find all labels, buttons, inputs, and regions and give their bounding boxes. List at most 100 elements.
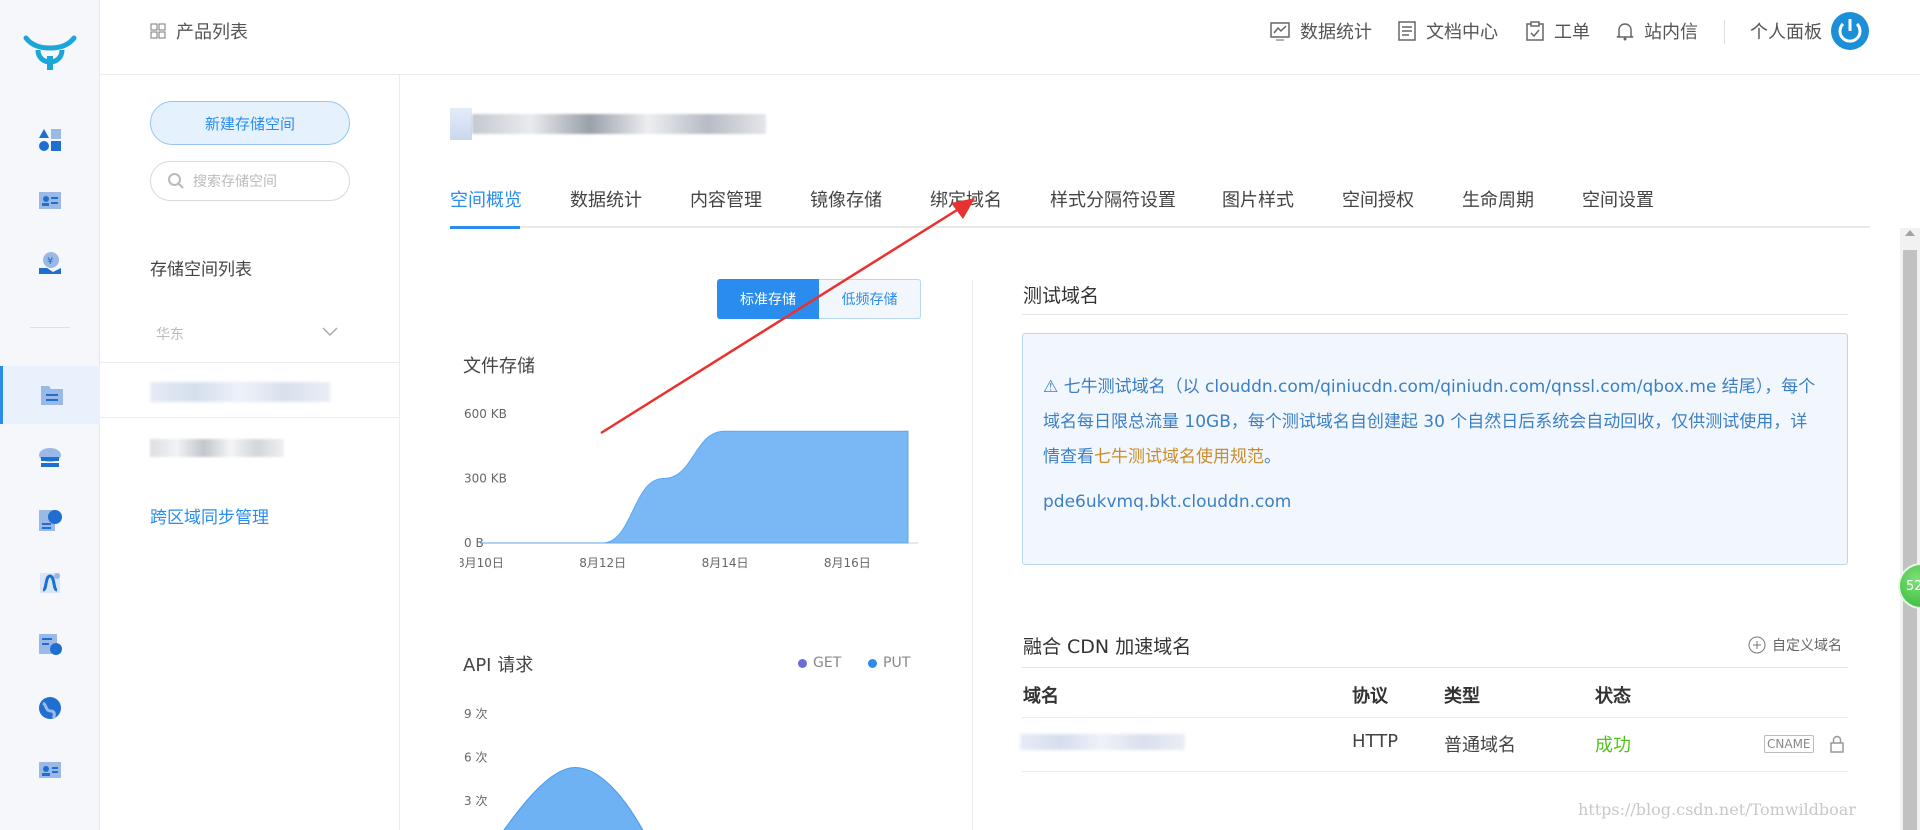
product-list-link[interactable]: 产品列表 [150,0,248,62]
y-tick-label: 300 KB [464,472,507,486]
notice-policy-link[interactable]: 七牛测试域名使用规范 [1094,447,1264,467]
low-freq-storage-tab[interactable]: 低频存储 [819,279,921,319]
legend-put: PUT [868,655,910,671]
bucket-item-redacted[interactable] [150,382,330,402]
tab-settings[interactable]: 空间设置 [1582,186,1654,212]
dashboard-link[interactable]: 个人面板 [1750,0,1822,62]
watermark: https://blog.csdn.net/Tomwildboar [1578,800,1856,819]
cdn-title: 融合 CDN 加速域名 [1023,636,1192,658]
api-y-tick-label: 9 次 [464,707,487,721]
tab-authorization[interactable]: 空间授权 [1342,186,1414,212]
x-tick-label: 8月14日 [702,556,749,570]
rail-finance-icon[interactable]: ¥ [0,233,100,293]
file-storage-area [479,430,909,544]
col-status: 状态 [1595,686,1631,707]
row-type: 普通域名 [1444,735,1516,756]
docs-label: 文档中心 [1426,22,1498,43]
bucket-list-title: 存储空间列表 [150,260,252,280]
icon-rail: ¥ [0,0,100,830]
search-placeholder: 搜索存储空间 [193,174,277,190]
col-protocol: 协议 [1352,686,1388,707]
api-put-area [503,766,644,830]
row-status: 成功 [1595,735,1631,756]
topbar-divider [1724,20,1725,44]
messages-link[interactable]: 站内信 [1616,0,1698,62]
rail-overview-icon[interactable] [0,110,100,170]
test-domain-divider [1022,314,1848,315]
docs-link[interactable]: 文档中心 [1398,0,1498,62]
file-storage-title: 文件存储 [463,356,535,377]
y-tick-label: 600 KB [464,407,507,421]
row-protocol: HTTP [1352,731,1399,752]
bucket-sidebar: 新建存储空间 搜索存储空间 存储空间列表 华东 跨区域同步管理 [100,75,400,830]
rail-analytics-icon[interactable] [0,614,100,674]
plus-circle-icon [1748,636,1766,654]
row-divider [1022,771,1848,772]
scroll-up-arrow[interactable] [1905,230,1915,236]
custom-domain-button[interactable]: 自定义域名 [1748,635,1842,655]
x-tick-label: 8月12日 [579,556,626,570]
tab-image-style[interactable]: 图片样式 [1222,186,1294,212]
rail-identity-icon[interactable] [0,170,100,230]
messages-label: 站内信 [1644,22,1698,43]
bucket-divider [100,417,400,418]
legend-put-label: PUT [883,655,911,671]
standard-storage-tab[interactable]: 标准存储 [717,279,819,319]
chevron-down-icon[interactable] [322,327,338,337]
top-bar: 产品列表 数据统计 文档中心 工单 站内信 个人面板 [100,0,1920,75]
custom-domain-label: 自定义域名 [1772,638,1842,654]
rail-workflow-icon[interactable] [0,553,100,613]
tickets-link[interactable]: 工单 [1526,0,1590,62]
cross-region-link[interactable]: 跨区域同步管理 [150,503,269,528]
test-domain-notice: ⚠ 七牛测试域名（以 clouddn.com/qiniucdn.com/qini… [1022,333,1848,565]
clipboard-icon [1526,21,1544,41]
rail-globe-icon[interactable] [0,678,100,738]
region-divider [100,362,400,363]
tab-active-indicator [450,226,520,229]
dashboard-label: 个人面板 [1750,22,1822,43]
tab-style-separator[interactable]: 样式分隔符设置 [1050,186,1176,212]
rail-storage-icon[interactable] [0,366,100,424]
cname-badge[interactable]: CNAME [1764,735,1814,753]
x-tick-label: 8月16日 [824,556,871,570]
qiniu-logo-icon[interactable] [22,32,78,74]
tab-overview[interactable]: 空间概览 [450,186,522,212]
new-bucket-button[interactable]: 新建存储空间 [150,101,350,145]
cdn-divider [1022,667,1848,668]
tab-stats[interactable]: 数据统计 [570,186,642,212]
api-requests-chart: 9 次 6 次 3 次 [464,707,644,830]
col-type: 类型 [1444,686,1480,707]
legend-get-dot [798,658,807,668]
tab-content[interactable]: 内容管理 [690,186,762,212]
stats-link[interactable]: 数据统计 [1270,0,1372,62]
region-select[interactable]: 华东 [156,324,184,344]
api-requests-title: API 请求 [463,655,534,676]
scrollbar-thumb[interactable] [1903,250,1917,830]
tab-bind-domain[interactable]: 绑定域名 [930,186,1002,212]
scrollbar-track[interactable] [1900,228,1920,830]
rail-report-icon[interactable] [0,490,100,550]
product-list-label: 产品列表 [176,22,248,43]
tab-lifecycle[interactable]: 生命周期 [1462,186,1534,212]
notice-line-3-post: 。 [1264,447,1281,467]
tickets-label: 工单 [1554,22,1590,43]
test-domain-title: 测试域名 [1023,285,1100,307]
notice-line-3: 情查看七牛测试域名使用规范。 [1043,442,1281,467]
avatar-power-icon[interactable] [1830,11,1870,51]
lock-icon[interactable] [1829,734,1845,754]
stats-label: 数据统计 [1300,22,1372,43]
api-y-tick-label: 6 次 [464,751,487,765]
bucket-search-input[interactable]: 搜索存储空间 [150,161,350,201]
rail-cdn-icon[interactable] [0,428,100,488]
file-storage-chart: 600 KB300 KB0 B8月10日 8月12日 8月14日 8月16日 [460,407,918,570]
tab-mirror[interactable]: 镜像存储 [810,186,882,212]
cdn-domain-redacted[interactable] [1020,734,1185,750]
x-tick-label: 8月10日 [460,556,504,570]
grid-icon [150,23,166,39]
rail-contact-icon[interactable] [0,740,100,800]
rail-divider [30,327,70,328]
test-domain-value[interactable]: pde6ukvmq.bkt.clouddn.com [1043,492,1291,512]
bucket-item-redacted-2[interactable] [150,439,284,457]
legend-put-dot [868,658,877,668]
notice-line-3-pre: 情查看 [1043,447,1094,467]
